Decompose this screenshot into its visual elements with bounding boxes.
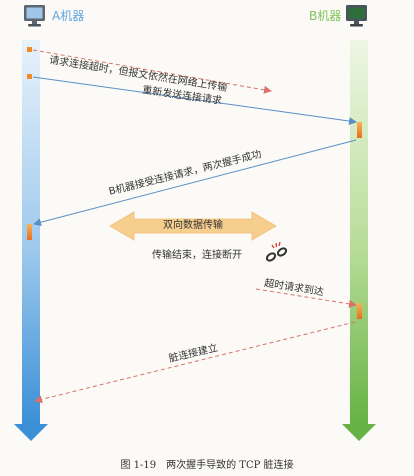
broken-chain-icon [265, 241, 288, 262]
message-arrow-m5 [34, 321, 356, 404]
transfer-label: 双向数据传输 [163, 220, 223, 231]
sequence-diagram [14, 5, 376, 441]
transfer-end-label: 传输结束，连接断开 [152, 250, 242, 261]
node-b-title: B机器 [309, 9, 342, 23]
lifeline-a [14, 40, 48, 441]
message-arrow-m3 [33, 139, 357, 227]
activation-marker [27, 74, 32, 79]
activation-marker [357, 303, 362, 319]
activation-marker [27, 224, 32, 240]
monitor-icon [346, 5, 367, 27]
activation-marker [357, 122, 362, 138]
figure-caption: 图 1-19 两次握手导致的 TCP 脏连接 [120, 460, 294, 471]
node-a-title: A机器 [52, 9, 85, 23]
monitor-icon [24, 5, 45, 27]
lifeline-b [342, 40, 376, 441]
activation-marker [27, 47, 32, 52]
